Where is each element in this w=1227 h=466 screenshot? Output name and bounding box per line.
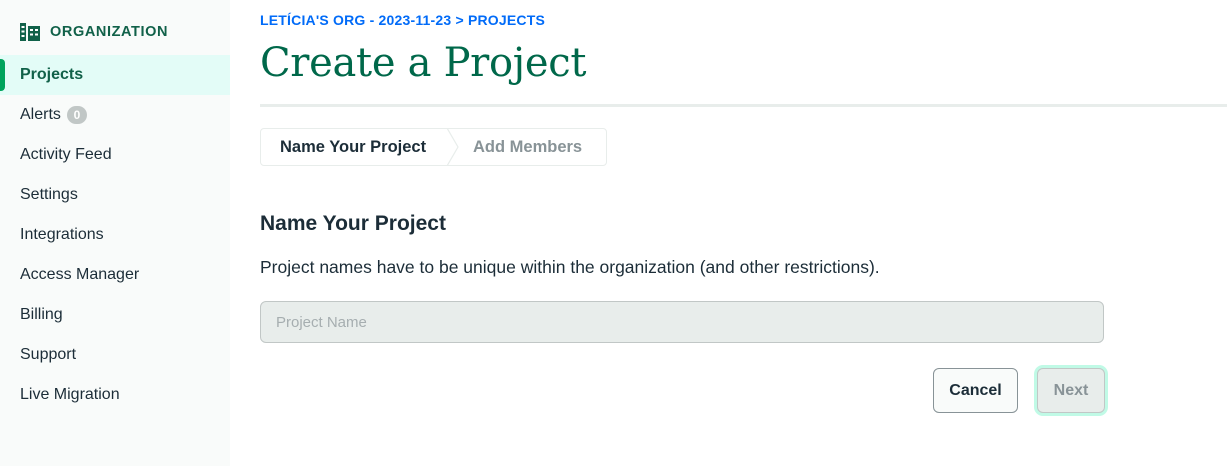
sidebar-item-alerts[interactable]: Alerts 0 (0, 95, 230, 135)
breadcrumb-projects-link[interactable]: PROJECTS (468, 12, 545, 28)
project-name-input[interactable] (260, 301, 1104, 343)
sidebar-item-billing[interactable]: Billing (0, 295, 230, 335)
section-description: Project names have to be unique within t… (260, 257, 880, 277)
sidebar-item-label: Access Manager (20, 266, 140, 283)
step-add-members: Add Members (447, 129, 582, 165)
page-title: Create a Project (260, 40, 587, 86)
sidebar-item-label: Alerts (20, 106, 61, 123)
sidebar-item-integrations[interactable]: Integrations (0, 215, 230, 255)
sidebar-item-settings[interactable]: Settings (0, 175, 230, 215)
sidebar-item-access-manager[interactable]: Access Manager (0, 255, 230, 295)
alerts-count-badge: 0 (66, 106, 87, 124)
sidebar-item-live-migration[interactable]: Live Migration (0, 375, 230, 415)
sidebar-item-support[interactable]: Support (0, 335, 230, 375)
sidebar-item-label: Settings (20, 186, 78, 203)
section-title: Name Your Project (260, 212, 446, 235)
breadcrumb-org-link[interactable]: LETÍCIA'S ORG - 2023-11-23 (260, 12, 451, 28)
org-header: ORGANIZATION (20, 22, 168, 42)
building-icon (20, 23, 40, 41)
cancel-button[interactable]: Cancel (933, 368, 1018, 413)
step-chevron-icon (447, 128, 459, 166)
next-button[interactable]: Next (1037, 368, 1105, 413)
org-label: ORGANIZATION (50, 24, 169, 40)
title-divider (260, 104, 1227, 107)
breadcrumb: LETÍCIA'S ORG - 2023-11-23 > PROJECTS (260, 12, 545, 28)
step-name-your-project: Name Your Project (261, 128, 459, 166)
sidebar-item-label: Integrations (20, 226, 104, 243)
sidebar-item-projects[interactable]: Projects (0, 55, 230, 95)
sidebar: ORGANIZATION Projects Alerts 0 Activity … (0, 0, 230, 466)
breadcrumb-separator: > (451, 12, 468, 28)
wizard-stepper: Name Your Project Add Members (260, 128, 607, 166)
sidebar-item-activity-feed[interactable]: Activity Feed (0, 135, 230, 175)
sidebar-item-label: Projects (20, 66, 84, 83)
step-label: Name Your Project (280, 137, 427, 156)
sidebar-item-label: Billing (20, 306, 63, 323)
step-label: Add Members (473, 137, 583, 156)
sidebar-item-label: Support (20, 346, 77, 363)
sidebar-item-label: Live Migration (20, 386, 120, 403)
sidebar-item-label: Activity Feed (20, 146, 112, 163)
